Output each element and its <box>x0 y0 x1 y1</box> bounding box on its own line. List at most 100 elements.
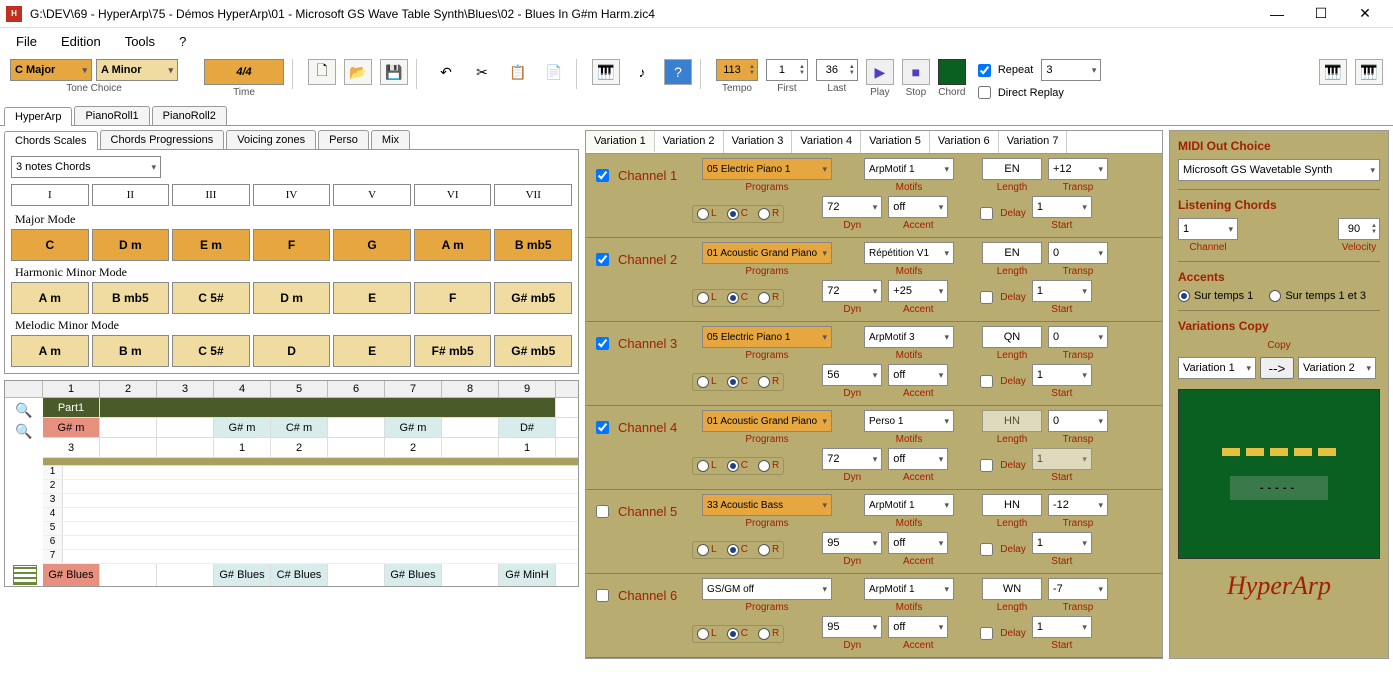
grid-cell[interactable] <box>442 418 499 437</box>
chord-Bm[interactable]: B m <box>92 335 170 367</box>
pan-r-3[interactable] <box>758 376 770 388</box>
new-button[interactable]: 🗋 <box>308 59 336 85</box>
grid-cell[interactable] <box>328 418 385 437</box>
blues-cell[interactable] <box>100 564 157 586</box>
tab-pianoroll1[interactable]: PianoRoll1 <box>74 106 149 125</box>
program-combo-1[interactable]: 05 Electric Piano 1▾ <box>702 158 832 180</box>
accent-combo-3[interactable]: off▾ <box>888 364 948 386</box>
accent-combo-6[interactable]: off▾ <box>888 616 948 638</box>
channel-enable-2[interactable] <box>596 253 609 266</box>
blues-cell[interactable] <box>442 564 499 586</box>
channel-enable-4[interactable] <box>596 421 609 434</box>
pan-r-2[interactable] <box>758 292 770 304</box>
repeat-count[interactable]: 3▾ <box>1041 59 1101 81</box>
transp-combo-4[interactable]: 0▾ <box>1048 410 1108 432</box>
tone-minor-combo[interactable]: A Minor▾ <box>96 59 178 81</box>
program-combo-4[interactable]: 01 Acoustic Grand Piano▾ <box>702 410 832 432</box>
program-combo-5[interactable]: 33 Acoustic Bass▾ <box>702 494 832 516</box>
grid-cell[interactable]: D# <box>499 418 556 437</box>
accent-combo-2[interactable]: +25▾ <box>888 280 948 302</box>
dyn-combo-4[interactable]: 72▾ <box>822 448 882 470</box>
roman-VII[interactable]: VII <box>494 184 572 206</box>
chord-F[interactable]: F <box>414 282 492 314</box>
length-combo-4[interactable]: HN <box>982 410 1042 432</box>
chord-F#mb5[interactable]: F# mb5 <box>414 335 492 367</box>
start-combo-3[interactable]: 1▾ <box>1032 364 1092 386</box>
copy-from-combo[interactable]: Variation 1▾ <box>1178 357 1256 379</box>
chord-G#mb5[interactable]: G# mb5 <box>494 282 572 314</box>
subtab-progressions[interactable]: Chords Progressions <box>100 130 225 149</box>
tempo-spinner[interactable]: ▲▼ <box>716 59 758 81</box>
chord-type-combo[interactable]: 3 notes Chords▾ <box>11 156 161 178</box>
variation-tab-5[interactable]: Variation 5 <box>861 131 930 153</box>
blues-cell[interactable]: G# Blues <box>385 564 442 586</box>
play-button[interactable]: ▶ <box>866 59 894 85</box>
pan-c-2[interactable] <box>727 292 739 304</box>
grid-cell[interactable] <box>100 418 157 437</box>
chord-E[interactable]: E <box>333 335 411 367</box>
transp-combo-2[interactable]: 0▾ <box>1048 242 1108 264</box>
grid-cell[interactable]: G# m <box>214 418 271 437</box>
chord-G[interactable]: G <box>333 229 411 261</box>
pan-l-4[interactable] <box>697 460 709 472</box>
open-button[interactable]: 📂 <box>344 59 372 85</box>
piano-button[interactable]: 🎹 <box>592 59 620 85</box>
tone-major-combo[interactable]: C Major▾ <box>10 59 92 81</box>
pan-c-1[interactable] <box>727 208 739 220</box>
length-combo-5[interactable]: HN <box>982 494 1042 516</box>
paste-button[interactable]: 📄 <box>540 59 568 85</box>
accent-combo-4[interactable]: off▾ <box>888 448 948 470</box>
delay-check-6[interactable] <box>980 627 993 640</box>
stop-button[interactable]: ■ <box>902 59 930 85</box>
length-combo-3[interactable]: QN <box>982 326 1042 348</box>
motif-combo-2[interactable]: Répétition V1▾ <box>864 242 954 264</box>
roman-II[interactable]: II <box>92 184 170 206</box>
pan-c-5[interactable] <box>727 544 739 556</box>
blues-cell[interactable]: G# MinH <box>499 564 556 586</box>
pan-l-1[interactable] <box>697 208 709 220</box>
accent-combo-5[interactable]: off▾ <box>888 532 948 554</box>
keyboard2-button[interactable]: 🎹 <box>1355 59 1383 85</box>
channel-enable-5[interactable] <box>596 505 609 518</box>
pan-c-3[interactable] <box>727 376 739 388</box>
note-button[interactable]: ♪ <box>628 59 656 85</box>
subtab-perso[interactable]: Perso <box>318 130 369 149</box>
maximize-button[interactable]: ☐ <box>1299 0 1343 28</box>
motif-combo-3[interactable]: ArpMotif 3▾ <box>864 326 954 348</box>
menu-file[interactable]: File <box>16 34 37 49</box>
pan-l-2[interactable] <box>697 292 709 304</box>
length-combo-1[interactable]: EN <box>982 158 1042 180</box>
pan-c-6[interactable] <box>727 628 739 640</box>
transp-combo-5[interactable]: -12▾ <box>1048 494 1108 516</box>
roman-IV[interactable]: IV <box>253 184 331 206</box>
chord-C5#[interactable]: C 5# <box>172 282 250 314</box>
delay-check-4[interactable] <box>980 459 993 472</box>
pan-r-4[interactable] <box>758 460 770 472</box>
chord-F[interactable]: F <box>253 229 331 261</box>
tab-pianoroll2[interactable]: PianoRoll2 <box>152 106 227 125</box>
subtab-mix[interactable]: Mix <box>371 130 410 149</box>
pan-r-1[interactable] <box>758 208 770 220</box>
program-combo-6[interactable]: GS/GM off▾ <box>702 578 832 600</box>
chord-Am[interactable]: A m <box>11 282 89 314</box>
save-button[interactable]: 💾 <box>380 59 408 85</box>
accent-opt2-radio[interactable] <box>1269 290 1281 302</box>
start-combo-5[interactable]: 1▾ <box>1032 532 1092 554</box>
program-combo-2[interactable]: 01 Acoustic Grand Piano▾ <box>702 242 832 264</box>
chord-Em[interactable]: E m <box>172 229 250 261</box>
velocity-spinner[interactable]: ▲▼ <box>1338 218 1380 240</box>
listen-channel-combo[interactable]: 1▾ <box>1178 218 1238 240</box>
grid-cell[interactable]: 3 <box>43 438 100 457</box>
dyn-combo-3[interactable]: 56▾ <box>822 364 882 386</box>
cut-button[interactable]: ✂ <box>468 59 496 85</box>
zoom-out-icon[interactable]: 🔍 <box>15 423 32 440</box>
roman-III[interactable]: III <box>172 184 250 206</box>
dyn-combo-5[interactable]: 95▾ <box>822 532 882 554</box>
pan-l-5[interactable] <box>697 544 709 556</box>
transp-combo-6[interactable]: -7▾ <box>1048 578 1108 600</box>
start-combo-1[interactable]: 1▾ <box>1032 196 1092 218</box>
midi-out-combo[interactable]: Microsoft GS Wavetable Synth▾ <box>1178 159 1380 181</box>
accent-combo-1[interactable]: off▾ <box>888 196 948 218</box>
variation-tab-1[interactable]: Variation 1 <box>586 131 655 153</box>
menu-tools[interactable]: Tools <box>125 34 155 49</box>
